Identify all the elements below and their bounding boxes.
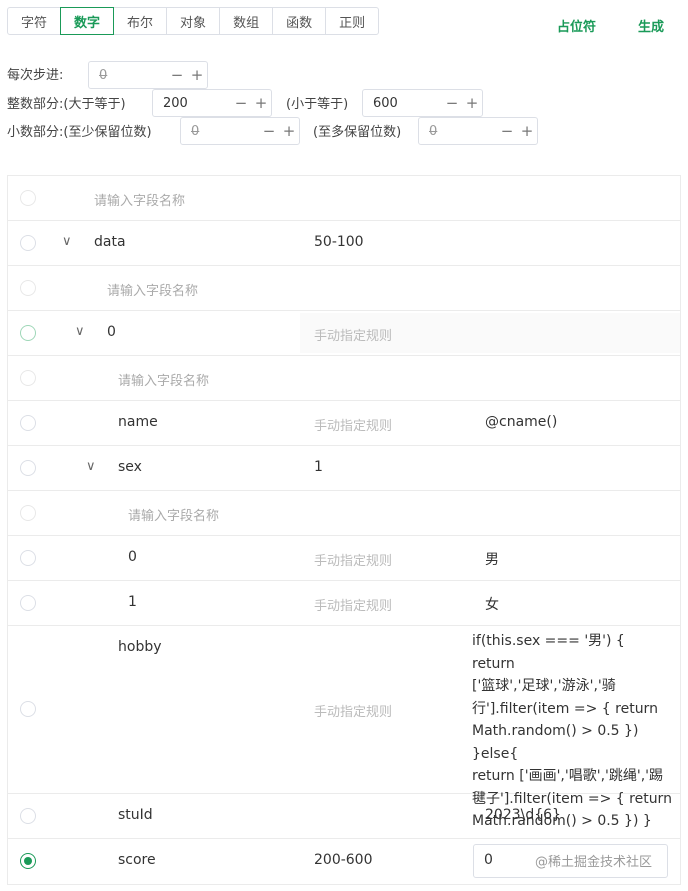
row-radio[interactable] [20,505,36,521]
code-line: 行'].filter(item => { return [472,700,658,717]
minus-icon[interactable]: − [259,122,279,140]
field-name[interactable]: sex [118,459,142,475]
minus-icon[interactable]: − [231,94,251,112]
table-row: ∨ sex 1 [7,446,681,491]
chevron-down-icon[interactable]: ∨ [75,324,85,339]
dec-max-input[interactable]: 0 [419,124,497,139]
table-row: 0 手动指定规则 男 [7,536,681,581]
tab-array[interactable]: 数组 [219,7,274,35]
table-row: 请输入字段名称 [7,491,681,536]
tab-object[interactable]: 对象 [166,7,221,35]
row-radio[interactable] [20,701,36,717]
table-row: 1 手动指定规则 女 [7,581,681,626]
tab-number[interactable]: 数字 [60,7,115,35]
step-stepper[interactable]: 0 − + [88,61,208,89]
field-name[interactable]: 0 [107,324,116,340]
table-row: name 手动指定规则 @cname() [7,401,681,446]
dec-min-stepper[interactable]: 0 − + [180,117,300,145]
tab-regex[interactable]: 正则 [325,7,380,35]
table-row: hobby 手动指定规则 if(this.sex === '男') { retu… [7,626,681,829]
minus-icon[interactable]: − [167,66,187,84]
field-value[interactable]: 女 [485,594,499,614]
step-label: 每次步进: [7,68,64,83]
field-tree: 请输入字段名称 ∨ data 50-100 请输入字段名称 ∨ 0 手动指定规则… [7,175,681,885]
watermark: @稀土掘金技术社区 [535,855,653,870]
dec-label: 小数部分:(至少保留位数) [7,125,152,140]
field-name[interactable]: name [118,414,158,430]
code-line: return ['画画','唱歌','跳绳','踢 [472,768,664,784]
plus-icon[interactable]: + [279,122,299,140]
field-name-input[interactable]: 请输入字段名称 [118,370,209,389]
table-row: ∨ 0 手动指定规则 [7,311,681,356]
dec-max-label: (至多保留位数) [313,125,402,140]
int-max-input[interactable]: 600 [363,96,442,111]
field-rule[interactable]: 50-100 [314,234,364,250]
field-value[interactable]: @cname() [485,414,557,430]
row-radio[interactable] [20,415,36,431]
row-radio[interactable] [20,853,36,869]
int-min-input[interactable]: 200 [153,96,231,111]
tab-string[interactable]: 字符 [7,7,62,35]
placeholder-button[interactable]: 占位符 [557,16,596,35]
row-radio[interactable] [20,550,36,566]
row-radio[interactable] [20,190,36,206]
field-name[interactable]: 0 [128,549,137,565]
field-name[interactable]: hobby [118,639,162,655]
code-line: ['篮球','足球','游泳','骑 [472,678,616,694]
table-row: ∨ data 50-100 [7,221,681,266]
chevron-down-icon[interactable]: ∨ [62,234,72,249]
plus-icon[interactable]: + [251,94,271,112]
chevron-down-icon[interactable]: ∨ [86,459,96,474]
field-name[interactable]: stuId [118,807,153,823]
tab-function[interactable]: 函数 [272,7,327,35]
dec-max-stepper[interactable]: 0 − + [418,117,538,145]
row-radio[interactable] [20,460,36,476]
row-radio[interactable] [20,325,36,341]
dec-min-input[interactable]: 0 [181,124,259,139]
field-value[interactable]: 男 [485,549,499,569]
field-name[interactable]: score [118,852,156,868]
field-rule-input[interactable]: 手动指定规则 [314,550,392,569]
code-line: Math.random() > 0.5 }) }else{ [472,723,639,762]
field-rule-input[interactable]: 手动指定规则 [314,325,392,344]
int-max-stepper[interactable]: 600 − + [362,89,483,117]
field-value: 0 [484,852,493,868]
step-input[interactable]: 0 [89,68,167,83]
row-radio[interactable] [20,370,36,386]
field-name[interactable]: data [94,234,126,250]
row-radio[interactable] [20,280,36,296]
field-name-input[interactable]: 请输入字段名称 [128,505,219,524]
row-radio[interactable] [20,235,36,251]
field-name[interactable]: 1 [128,594,137,610]
generate-button[interactable]: 生成 [638,16,664,35]
field-name-input[interactable]: 请输入字段名称 [94,190,185,209]
tab-boolean[interactable]: 布尔 [113,7,168,35]
table-row: 请输入字段名称 [7,356,681,401]
int-label: 整数部分:(大于等于) [7,97,126,112]
field-rule[interactable]: 1 [314,459,323,475]
minus-icon[interactable]: − [442,94,462,112]
type-tabs: 字符 数字 布尔 对象 数组 函数 正则 [7,7,380,35]
field-rule[interactable]: 200-600 [314,852,373,868]
field-value[interactable]: 2023\d{6} [485,807,561,823]
table-row: 请输入字段名称 [7,176,681,221]
row-radio[interactable] [20,595,36,611]
plus-icon[interactable]: + [187,66,207,84]
row-radio[interactable] [20,808,36,824]
table-row: stuId 2023\d{6} [7,794,681,839]
int-min-stepper[interactable]: 200 − + [152,89,272,117]
field-rule-input[interactable]: 手动指定规则 [314,701,392,720]
field-rule-input[interactable]: 手动指定规则 [314,595,392,614]
table-row: 请输入字段名称 [7,266,681,311]
int-max-label: (小于等于) [286,97,349,112]
plus-icon[interactable]: + [462,94,482,112]
plus-icon[interactable]: + [517,122,537,140]
minus-icon[interactable]: − [497,122,517,140]
field-name-input[interactable]: 请输入字段名称 [107,280,198,299]
code-line: if(this.sex === '男') { return [472,633,625,672]
field-rule-input[interactable]: 手动指定规则 [314,415,392,434]
